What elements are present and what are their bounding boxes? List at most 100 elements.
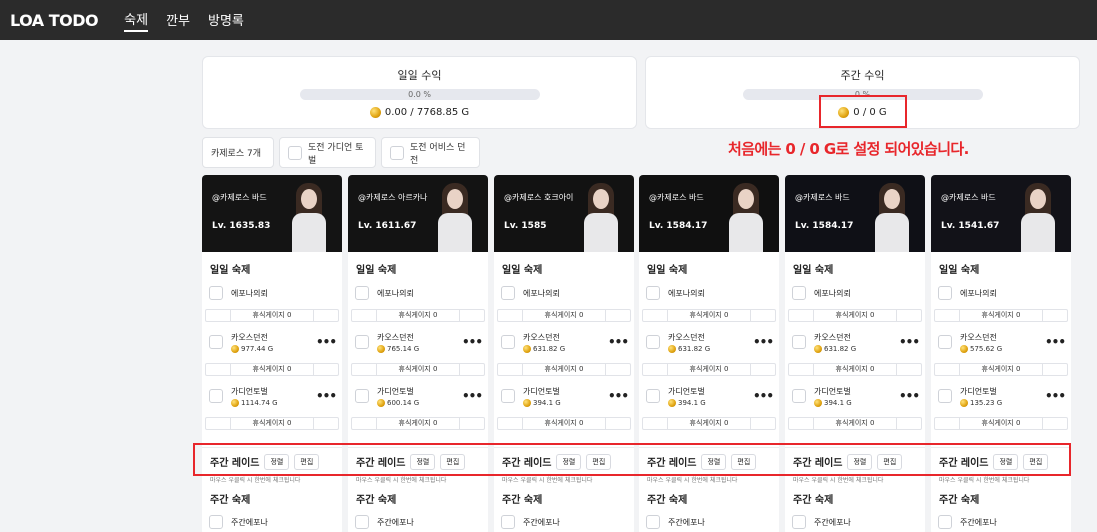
checkbox[interactable]	[792, 389, 806, 403]
rest-gauge[interactable]: 휴식게이지 0	[934, 309, 1068, 322]
checkbox[interactable]	[501, 389, 515, 403]
checkbox[interactable]	[938, 286, 952, 300]
chaos-dungeon-task[interactable]: 카오스던전 575.62 G •••	[931, 325, 1071, 359]
chaos-dungeon-label: 카오스던전	[668, 332, 705, 342]
guardian-task[interactable]: 가디언토벌 394.1 G •••	[494, 379, 634, 413]
checkbox[interactable]	[646, 286, 660, 300]
checkbox[interactable]	[792, 515, 806, 529]
more-options-icon[interactable]: •••	[753, 389, 774, 403]
rest-gauge[interactable]: 휴식게이지 0	[497, 363, 631, 376]
guardian-task[interactable]: 가디언토벌 600.14 G •••	[348, 379, 488, 413]
chaos-gold: 575.62 G	[970, 344, 1003, 353]
filter-challenge-guardian[interactable]: 도전 가디언 토벌	[279, 137, 376, 168]
chaos-dungeon-task[interactable]: 카오스던전 631.82 G •••	[494, 325, 634, 359]
annotation-note: 처음에는 0 / 0 G로 설정 되어있습니다.	[728, 140, 969, 158]
guardian-task[interactable]: 가디언토벌 394.1 G •••	[639, 379, 779, 413]
rest-gauge[interactable]: 휴식게이지 0	[788, 309, 922, 322]
weekly-epona-task[interactable]: 주간에포나	[792, 515, 851, 529]
epona-task[interactable]: 에포나의뢰	[639, 281, 779, 305]
rest-gauge[interactable]: 휴식게이지 0	[642, 417, 776, 430]
nav-homework[interactable]: 숙제	[124, 9, 149, 32]
gold-coin-icon	[377, 344, 385, 353]
more-options-icon[interactable]: •••	[316, 335, 337, 349]
checkbox[interactable]	[646, 515, 660, 529]
checkbox[interactable]	[792, 335, 806, 349]
weekly-epona-task[interactable]: 주간에포나	[646, 515, 705, 529]
checkbox[interactable]	[355, 515, 369, 529]
checkbox[interactable]	[209, 286, 223, 300]
checkbox[interactable]	[355, 335, 369, 349]
rest-gauge[interactable]: 휴식게이지 0	[788, 417, 922, 430]
rest-gauge[interactable]: 휴식게이지 0	[642, 363, 776, 376]
chaos-dungeon-task[interactable]: 카오스던전 631.82 G •••	[785, 325, 925, 359]
character-card: @카제로스 아르카나 Lv. 1611.67 일일 숙제 에포나의뢰 휴식게이지…	[348, 175, 488, 532]
checkbox[interactable]	[938, 389, 952, 403]
more-options-icon[interactable]: •••	[899, 389, 920, 403]
checkbox[interactable]	[938, 335, 952, 349]
checkbox[interactable]	[390, 145, 404, 160]
chaos-dungeon-task[interactable]: 카오스던전 977.44 G •••	[202, 325, 342, 359]
rest-gauge[interactable]: 휴식게이지 0	[205, 417, 339, 430]
filter-challenge-abyss[interactable]: 도전 어비스 던전	[381, 137, 480, 168]
checkbox[interactable]	[209, 389, 223, 403]
filter-character-count[interactable]: 카제로스 7개	[202, 137, 274, 168]
epona-task[interactable]: 에포나의뢰	[348, 281, 488, 305]
chaos-dungeon-task[interactable]: 카오스던전 765.14 G •••	[348, 325, 488, 359]
guardian-task[interactable]: 가디언토벌 135.23 G •••	[931, 379, 1071, 413]
nav-friends[interactable]: 깐부	[166, 10, 190, 31]
epona-task[interactable]: 에포나의뢰	[494, 281, 634, 305]
checkbox[interactable]	[501, 515, 515, 529]
more-options-icon[interactable]: •••	[608, 389, 629, 403]
rest-gauge[interactable]: 휴식게이지 0	[642, 309, 776, 322]
more-options-icon[interactable]: •••	[899, 335, 920, 349]
daily-homework-title: 일일 숙제	[793, 265, 834, 276]
rest-gauge[interactable]: 휴식게이지 0	[497, 309, 631, 322]
rest-gauge[interactable]: 휴식게이지 0	[351, 309, 485, 322]
checkbox[interactable]	[209, 515, 223, 529]
more-options-icon[interactable]: •••	[462, 389, 483, 403]
nav-guestbook[interactable]: 방명록	[208, 10, 244, 31]
gold-coin-icon	[668, 398, 676, 407]
rest-gauge[interactable]: 휴식게이지 0	[351, 363, 485, 376]
epona-task[interactable]: 에포나의뢰	[202, 281, 342, 305]
checkbox[interactable]	[792, 286, 806, 300]
checkbox[interactable]	[938, 515, 952, 529]
more-options-icon[interactable]: •••	[462, 335, 483, 349]
daily-income-card: 일일 수익 0.0 % 0.00 / 7768.85 G	[202, 56, 637, 129]
checkbox[interactable]	[646, 335, 660, 349]
checkbox[interactable]	[288, 145, 302, 160]
rest-gauge[interactable]: 휴식게이지 0	[205, 309, 339, 322]
more-options-icon[interactable]: •••	[1045, 335, 1066, 349]
character-level: Lv. 1584.17	[649, 221, 708, 231]
gold-coin-icon	[523, 344, 531, 353]
more-options-icon[interactable]: •••	[753, 335, 774, 349]
chaos-dungeon-task[interactable]: 카오스던전 631.82 G •••	[639, 325, 779, 359]
checkbox[interactable]	[501, 335, 515, 349]
rest-gauge[interactable]: 휴식게이지 0	[934, 417, 1068, 430]
rest-gauge[interactable]: 휴식게이지 0	[934, 363, 1068, 376]
more-options-icon[interactable]: •••	[316, 389, 337, 403]
rest-gauge[interactable]: 휴식게이지 0	[497, 417, 631, 430]
rest-gauge[interactable]: 휴식게이지 0	[205, 363, 339, 376]
checkbox[interactable]	[355, 389, 369, 403]
chaos-gold: 631.82 G	[533, 344, 566, 353]
rest-gauge[interactable]: 휴식게이지 0	[788, 363, 922, 376]
guardian-task[interactable]: 가디언토벌 394.1 G •••	[785, 379, 925, 413]
more-options-icon[interactable]: •••	[1045, 389, 1066, 403]
epona-task[interactable]: 에포나의뢰	[931, 281, 1071, 305]
daily-income-gold: 0.00 / 7768.85 G	[203, 107, 636, 118]
checkbox[interactable]	[501, 286, 515, 300]
weekly-epona-task[interactable]: 주간에포나	[938, 515, 997, 529]
checkbox[interactable]	[355, 286, 369, 300]
weekly-epona-task[interactable]: 주간에포나	[501, 515, 560, 529]
checkbox[interactable]	[646, 389, 660, 403]
weekly-epona-task[interactable]: 주간에포나	[209, 515, 268, 529]
app-logo[interactable]: LOA TODO	[10, 11, 99, 30]
weekly-epona-task[interactable]: 주간에포나	[355, 515, 414, 529]
epona-task[interactable]: 에포나의뢰	[785, 281, 925, 305]
character-portrait	[723, 179, 769, 252]
more-options-icon[interactable]: •••	[608, 335, 629, 349]
rest-gauge[interactable]: 휴식게이지 0	[351, 417, 485, 430]
checkbox[interactable]	[209, 335, 223, 349]
guardian-task[interactable]: 가디언토벌 1114.74 G •••	[202, 379, 342, 413]
